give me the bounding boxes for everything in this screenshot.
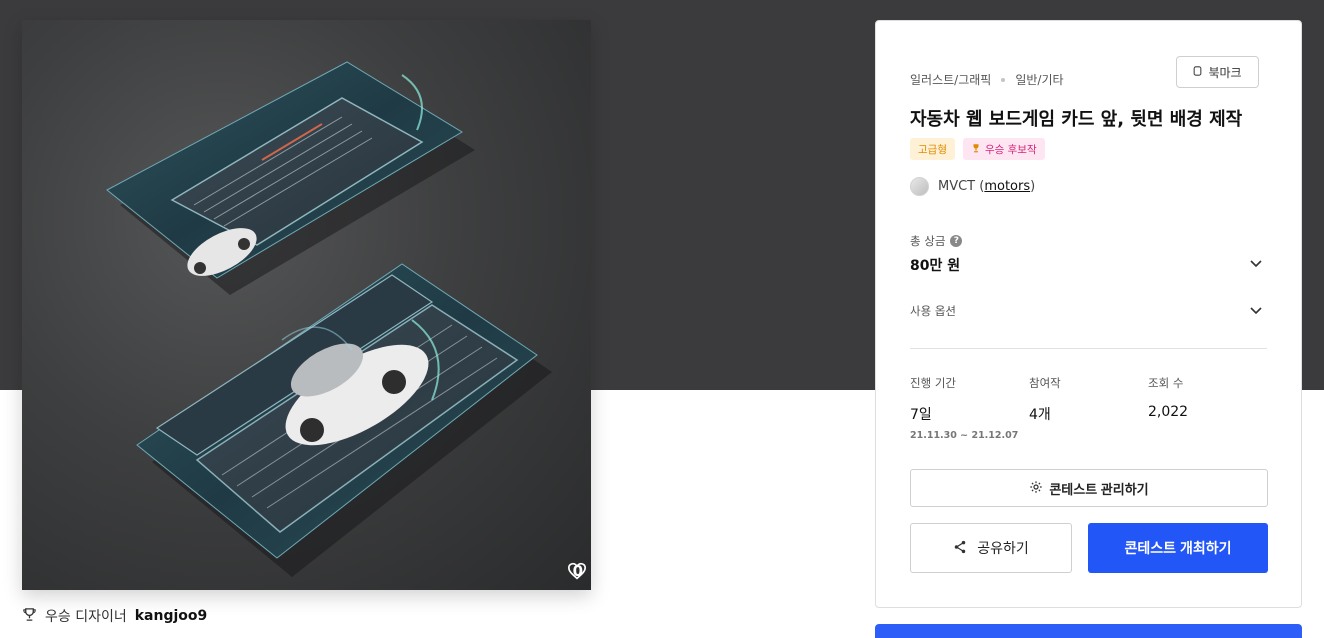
contest-title: 자동차 웹 보드게임 카드 앞, 뒷면 배경 제작 (910, 109, 1243, 130)
host-name: MVCT ( (938, 179, 985, 194)
share-label: 공유하기 (977, 540, 1029, 556)
bookmark-icon (1193, 65, 1202, 79)
divider (910, 348, 1267, 349)
premium-badge: 고급형 (910, 138, 955, 160)
badge-row: 고급형 우승 후보작 (910, 138, 1045, 160)
premium-badge-label: 고급형 (918, 143, 947, 156)
card-back (106, 61, 475, 295)
share-icon (953, 540, 967, 557)
card-mockup-illustration (106, 61, 552, 577)
options-label: 사용 옵션 (910, 304, 956, 318)
stat-value: 2,022 (1148, 404, 1189, 420)
winner-label: 우승 디자이너 (45, 609, 127, 625)
award-badge-label: 우승 후보작 (984, 143, 1037, 156)
contest-info-panel: 일러스트/그래픽 일반/기타 북마크 자동차 웹 보드게임 카드 앞, 뒷면 배… (875, 20, 1302, 608)
bookmark-label: 북마크 (1208, 65, 1242, 80)
winner-username[interactable]: kangjoo9 (135, 608, 208, 624)
question-icon[interactable]: ? (950, 235, 963, 247)
chevron-down-icon[interactable] (1249, 255, 1263, 269)
breadcrumb: 일러스트/그래픽 일반/기타 (910, 71, 1064, 88)
trophy-icon (22, 607, 37, 626)
prize-value: 80만 원 (910, 258, 961, 274)
stat-entries: 참여작 4개 (1029, 375, 1148, 441)
like-button[interactable]: 0 (567, 562, 586, 580)
host-handle-link[interactable]: motors (984, 179, 1030, 194)
winner-designer: 우승 디자이너 kangjoo9 (22, 606, 207, 626)
host-contest-label: 콘테스트 개최하기 (1124, 540, 1232, 556)
stat-period: 진행 기간 7일 21.11.30 ~ 21.12.07 (910, 375, 1029, 441)
card-front (136, 263, 552, 577)
bookmark-button[interactable]: 북마크 (1176, 56, 1259, 88)
stat-views: 조회 수 2,022 (1148, 375, 1267, 441)
chevron-down-icon[interactable] (1249, 302, 1263, 316)
stat-label: 진행 기간 (910, 376, 956, 390)
category-main[interactable]: 일러스트/그래픽 (910, 71, 991, 88)
prize-label-text: 총 상금 (910, 234, 946, 248)
share-button[interactable]: 공유하기 (910, 523, 1072, 573)
host-contest-button[interactable]: 콘테스트 개최하기 (1088, 523, 1268, 573)
bottom-cta-bar[interactable] (875, 624, 1302, 638)
contest-thumbnail[interactable]: 0 (22, 20, 591, 590)
gear-icon (1029, 480, 1043, 497)
trophy-icon (971, 143, 981, 156)
manage-contest-label: 콘테스트 관리하기 (1049, 481, 1149, 497)
stat-label: 조회 수 (1148, 376, 1184, 390)
avatar (910, 177, 929, 196)
host-suffix: ) (1030, 179, 1036, 194)
category-sub[interactable]: 일반/기타 (1015, 71, 1063, 88)
stats-row: 진행 기간 7일 21.11.30 ~ 21.12.07 참여작 4개 조회 수… (910, 375, 1268, 441)
manage-contest-button[interactable]: 콘테스트 관리하기 (910, 469, 1268, 507)
award-badge: 우승 후보작 (962, 138, 1045, 160)
prize-label: 총 상금 ? (910, 233, 963, 249)
separator-dot (1001, 77, 1006, 82)
stat-label: 참여작 (1029, 376, 1061, 390)
stat-date-range: 21.11.30 ~ 21.12.07 (910, 430, 1019, 441)
host-info: MVCT (motors) (910, 177, 1035, 196)
stat-value: 7일 (910, 407, 932, 423)
stat-value: 4개 (1029, 407, 1051, 423)
